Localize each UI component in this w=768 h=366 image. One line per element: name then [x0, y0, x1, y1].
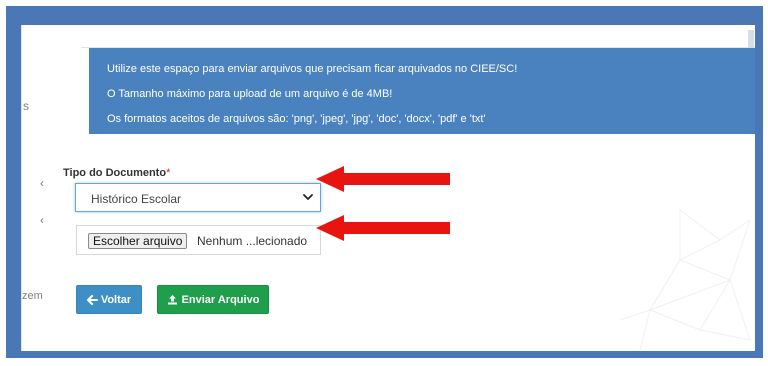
sidebar-text-fragment: s [23, 99, 29, 113]
chevron-down-icon [303, 194, 313, 200]
scrollbar-thumb[interactable] [748, 30, 754, 50]
arrow-left-icon [86, 294, 98, 305]
file-input[interactable]: Escolher arquivo Nenhum ...lecionado [76, 225, 321, 255]
required-asterisk: * [166, 167, 171, 179]
background-network-pattern [619, 209, 751, 350]
info-line-max-size: O Tamanho máximo para upload de um arqui… [107, 88, 393, 100]
back-button-label: Voltar [100, 293, 132, 306]
sidebar-divider [21, 25, 22, 351]
choose-file-button[interactable]: Escolher arquivo [88, 233, 188, 249]
top-strip [81, 25, 755, 48]
upload-icon [167, 295, 177, 305]
chevron-left-icon[interactable]: ‹ [40, 176, 44, 190]
send-file-button[interactable]: Enviar Arquivo [157, 285, 269, 314]
back-button[interactable]: Voltar [76, 285, 142, 314]
info-line-purpose: Utilize este espaço para enviar arquivos… [107, 63, 518, 75]
annotation-arrow-icon [316, 166, 450, 192]
send-button-label: Enviar Arquivo [181, 293, 260, 306]
document-type-selected-value: Histórico Escolar [91, 192, 182, 206]
file-status-text: Nenhum ...lecionado [197, 234, 308, 248]
info-alert: Utilize este espaço para enviar arquivos… [89, 48, 755, 134]
annotation-arrow-icon [316, 215, 450, 241]
chevron-left-icon[interactable]: ‹ [40, 213, 44, 227]
document-type-select[interactable]: Histórico Escolar [75, 183, 321, 212]
document-type-label-text: Tipo do Documento [63, 167, 167, 179]
document-type-label: Tipo do Documento* [63, 167, 170, 179]
sidebar-text-fragment: zem [22, 290, 43, 302]
info-line-formats: Os formatos aceitos de arquivos são: 'pn… [107, 113, 486, 125]
